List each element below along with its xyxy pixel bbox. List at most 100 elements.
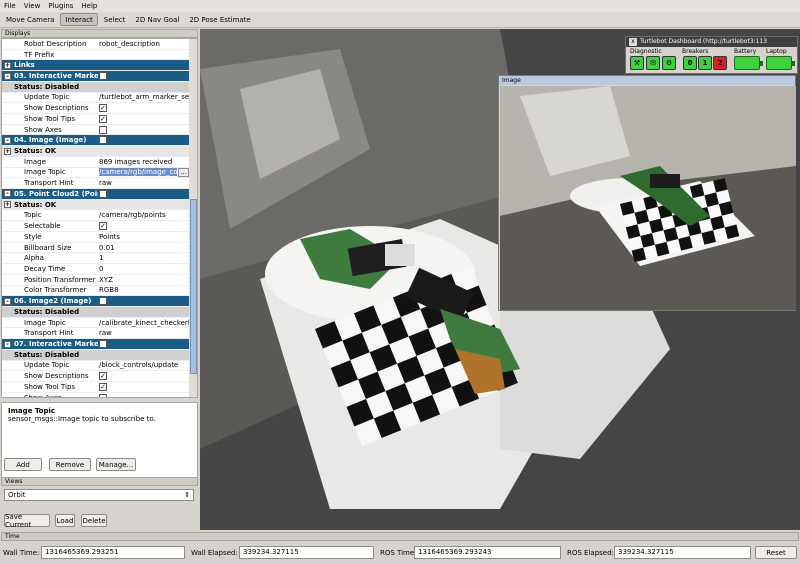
- tool-interact[interactable]: Interact: [60, 13, 98, 26]
- property-row[interactable]: Transport Hint raw: [2, 328, 189, 340]
- displays-scrollbar[interactable]: [189, 39, 197, 397]
- breaker-2-button[interactable]: 2: [713, 56, 727, 70]
- gear-icon[interactable]: ⚙: [662, 56, 676, 70]
- ros-elapsed-field[interactable]: 339234.327115: [614, 546, 751, 559]
- ros-time-field[interactable]: 1316465369.293243: [414, 546, 561, 559]
- expand-toggle-icon[interactable]: +: [4, 201, 11, 209]
- checkbox[interactable]: [99, 393, 107, 397]
- property-row[interactable]: Show Axes: [2, 393, 189, 397]
- checkbox[interactable]: ✓: [99, 372, 107, 381]
- expand-toggle-icon[interactable]: -: [4, 136, 11, 144]
- row-value[interactable]: raw: [99, 329, 189, 337]
- tool-2d-pose-estimate[interactable]: 2D Pose Estimate: [185, 13, 254, 26]
- property-row[interactable]: Billboard Size 0.01: [2, 243, 189, 254]
- property-row[interactable]: Image 869 images received: [2, 157, 189, 168]
- checkbox[interactable]: ✓: [99, 222, 107, 231]
- status-row[interactable]: Status: Disabled: [2, 349, 189, 361]
- breaker-1-button[interactable]: 1: [698, 56, 712, 70]
- property-row[interactable]: Image Topic/calibrate_kinect_checkerboa: [2, 318, 189, 329]
- browse-topic-button[interactable]: ...: [178, 167, 189, 177]
- add-display-button[interactable]: Add: [4, 458, 42, 471]
- row-value[interactable]: 869 images received: [99, 158, 189, 166]
- checkbox[interactable]: [99, 297, 107, 306]
- checkbox[interactable]: ✓: [99, 382, 107, 391]
- delete-view-button[interactable]: Delete: [81, 514, 107, 527]
- display-group-row[interactable]: -04. Image (Image) ✓: [2, 135, 189, 147]
- property-row[interactable]: Update Topic/turtlebot_arm_marker_serve: [2, 93, 189, 104]
- property-row[interactable]: Alpha 1: [2, 253, 189, 265]
- menu-help[interactable]: Help: [81, 2, 97, 10]
- tool-2d-nav-goal[interactable]: 2D Nav Goal: [131, 13, 183, 26]
- checkbox[interactable]: [99, 72, 107, 80]
- row-value[interactable]: Points: [99, 233, 189, 241]
- expand-toggle-icon[interactable]: +: [4, 61, 11, 69]
- checkbox[interactable]: ✓: [99, 114, 107, 123]
- row-value[interactable]: /block_controls/update: [99, 361, 189, 369]
- wall-elapsed-field[interactable]: 339234.327115: [239, 546, 374, 559]
- display-group-row[interactable]: -03. Interactive Marker: [2, 71, 189, 82]
- row-value[interactable]: 0.01: [99, 244, 189, 252]
- breaker-0-button[interactable]: 0: [683, 56, 697, 70]
- checkbox[interactable]: ✓: [99, 136, 107, 145]
- menu-view[interactable]: View: [24, 2, 41, 10]
- status-row[interactable]: Status: Disabled: [2, 81, 189, 93]
- tool-move-camera[interactable]: Move Camera: [2, 13, 58, 26]
- status-row[interactable]: + Status: OK: [2, 199, 189, 211]
- row-value[interactable]: /calibrate_kinect_checkerboa: [99, 319, 189, 327]
- manage-displays-button[interactable]: Manage...: [96, 458, 136, 471]
- property-row[interactable]: Topic/camera/rgb/points: [2, 211, 189, 222]
- remove-display-button[interactable]: Remove: [49, 458, 91, 471]
- status-row[interactable]: Status: Disabled: [2, 307, 189, 318]
- property-row[interactable]: Position Transformer XYZ: [2, 275, 189, 286]
- property-row[interactable]: Decay Time 0: [2, 264, 189, 275]
- property-row[interactable]: Robot Description robot_description: [2, 39, 189, 50]
- save-current-view-button[interactable]: Save Current: [4, 513, 50, 529]
- property-row[interactable]: Transport Hint raw: [2, 178, 189, 190]
- row-value[interactable]: robot_description: [99, 40, 189, 48]
- property-row[interactable]: Selectable ✓: [2, 221, 189, 232]
- wrench-icon[interactable]: ⚒: [630, 56, 644, 70]
- row-value[interactable]: raw: [99, 179, 189, 187]
- displays-scroll-thumb[interactable]: [190, 199, 197, 374]
- row-value[interactable]: /camera/rgb/points: [99, 211, 189, 219]
- checkbox[interactable]: ✓: [99, 104, 107, 113]
- message-icon[interactable]: ✉: [646, 56, 660, 70]
- property-row[interactable]: Show Tool Tips ✓: [2, 114, 189, 125]
- menu-file[interactable]: File: [4, 2, 16, 10]
- load-view-button[interactable]: Load: [55, 514, 75, 527]
- row-value[interactable]: XYZ: [99, 276, 189, 284]
- close-icon[interactable]: x: [629, 38, 637, 46]
- status-row[interactable]: + Status: OK: [2, 146, 189, 157]
- property-row[interactable]: Show Descriptions ✓: [2, 103, 189, 114]
- property-row[interactable]: Show Axes: [2, 125, 189, 136]
- menu-plugins[interactable]: Plugins: [48, 2, 73, 10]
- expand-toggle-icon[interactable]: -: [4, 297, 11, 305]
- tool-select[interactable]: Select: [100, 13, 130, 26]
- row-value[interactable]: 0: [99, 265, 189, 273]
- property-row[interactable]: Show Descriptions ✓: [2, 371, 189, 382]
- property-row[interactable]: Image Topic/camera/rgb/image_color...: [2, 167, 189, 179]
- display-group-row[interactable]: -05. Point Cloud2 (Point ✓: [2, 189, 189, 200]
- reset-button[interactable]: Reset: [755, 546, 797, 559]
- checkbox[interactable]: [99, 340, 107, 348]
- row-value[interactable]: 1: [99, 254, 189, 262]
- property-row[interactable]: Style Points: [2, 232, 189, 243]
- property-row[interactable]: Update Topic/block_controls/update: [2, 361, 189, 372]
- property-row[interactable]: Color Transformer RGB8: [2, 286, 189, 297]
- row-value[interactable]: /camera/rgb/image_color: [99, 168, 177, 177]
- expand-toggle-icon[interactable]: +: [4, 147, 11, 155]
- expand-toggle-icon[interactable]: -: [4, 190, 11, 198]
- property-row[interactable]: Show Tool Tips ✓: [2, 382, 189, 393]
- expand-toggle-icon[interactable]: -: [4, 340, 11, 348]
- checkbox[interactable]: [99, 125, 107, 134]
- view-type-select[interactable]: Orbit ⇕: [4, 489, 194, 501]
- display-group-row[interactable]: -06. Image2 (Image): [2, 296, 189, 307]
- row-value[interactable]: /turtlebot_arm_marker_serve: [99, 93, 189, 101]
- property-row[interactable]: TF Prefix: [2, 50, 189, 61]
- row-value[interactable]: RGB8: [99, 286, 189, 294]
- expand-toggle-icon[interactable]: -: [4, 72, 11, 80]
- checkbox[interactable]: ✓: [99, 189, 107, 198]
- wall-time-field[interactable]: 1316465369.293251: [41, 546, 185, 559]
- display-group-row[interactable]: + Links: [2, 60, 189, 72]
- display-group-row[interactable]: -07. Interactive Marker: [2, 339, 189, 350]
